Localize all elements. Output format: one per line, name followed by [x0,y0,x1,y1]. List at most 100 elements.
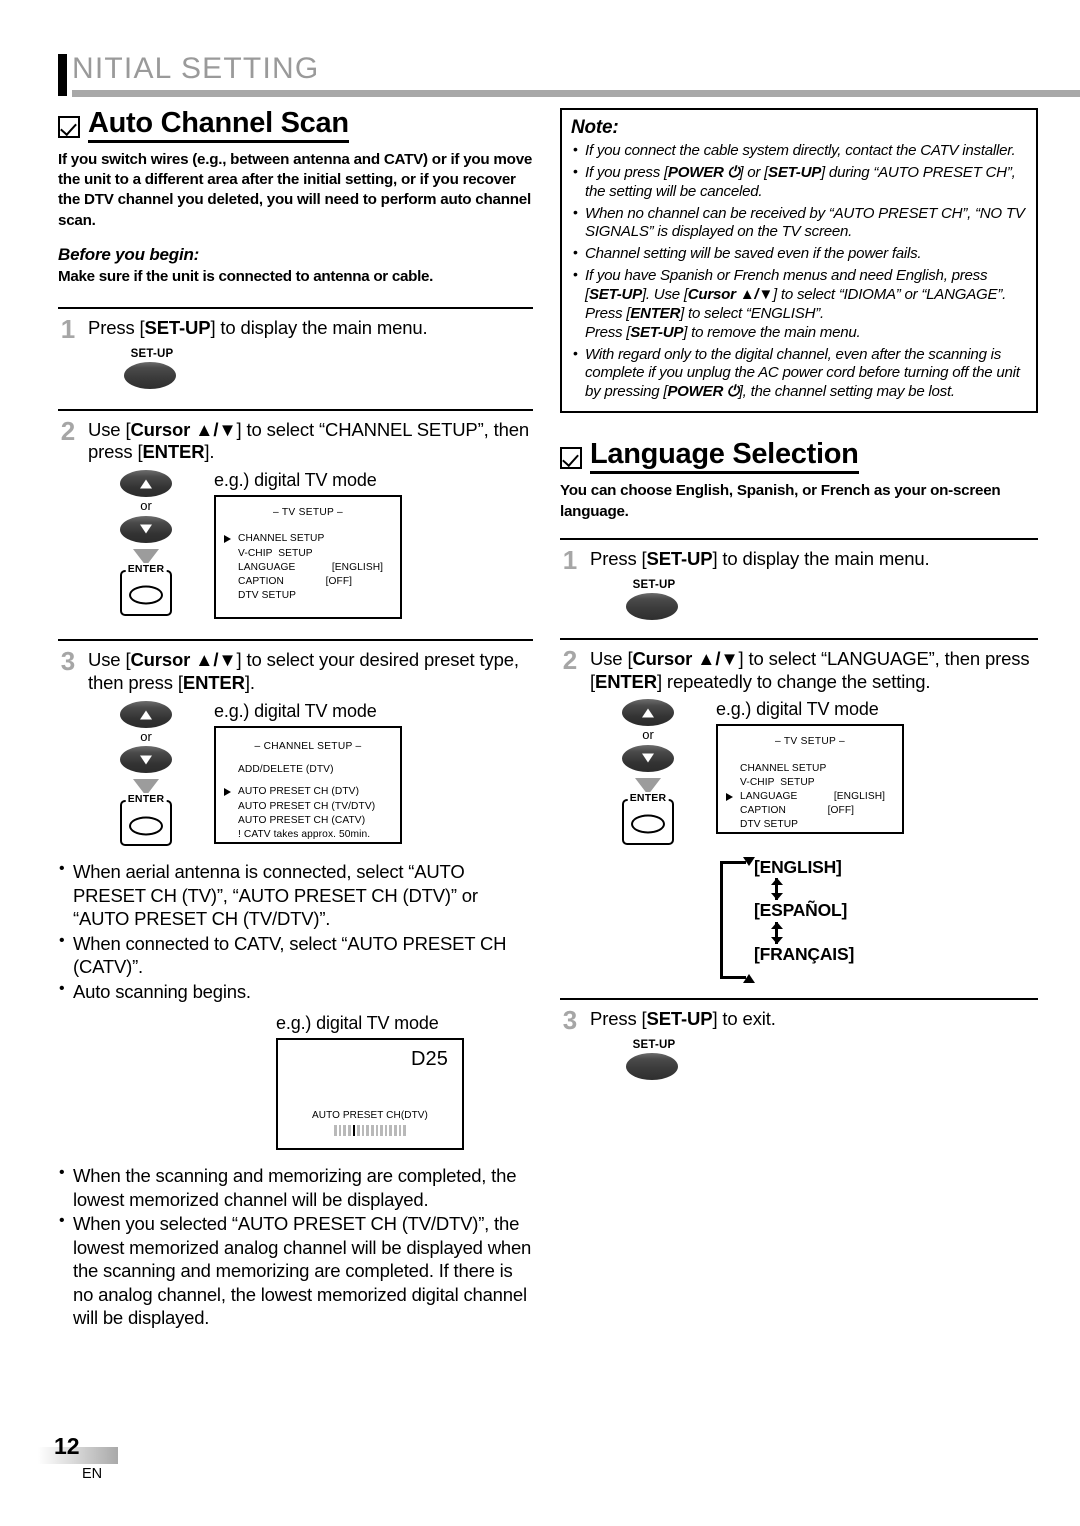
enter-button-label: ENTER [125,793,167,806]
language-option[interactable]: [FRANÇAIS] [754,945,854,964]
enter-button-icon[interactable]: ENTER [120,562,172,616]
cursor-up-icon[interactable] [622,699,674,727]
language-option[interactable]: [ENGLISH] [754,858,854,877]
tv-setup-screen: – TV SETUP – CHANNEL SETUP V-CHIP SETUP LA… [214,495,402,620]
step-instruction: Press [SET-UP] to display the main menu. [88,316,428,338]
enter-button-icon[interactable]: ENTER [120,793,172,847]
menu-row[interactable]: LANGUAGE [ENGLISH] [238,561,400,575]
setup-button-icon[interactable] [626,592,678,620]
step-number: 1 [60,313,76,344]
bullet-item: Auto scanning begins. [58,979,533,1003]
step-number: 3 [60,646,76,677]
channel-setup-screen: – CHANNEL SETUP – ADD/DELETE (DTV) AUTO … [214,726,402,845]
section-intro-text: You can choose English, Spanish, or Fren… [560,482,1001,520]
language-code: EN [82,1466,103,1482]
section-heading-auto-channel-scan: Auto Channel Scan [58,107,533,144]
bullet-item: When the scanning and memorizing are com… [58,1163,533,1211]
menu-row-label: LANGUAGE [238,561,296,573]
menu-row[interactable]: CAPTION [OFF] [740,804,902,818]
before-you-begin-text: Make sure if the unit is connected to an… [58,267,434,285]
menu-row-value: [OFF] [827,804,855,816]
cursor-control-group[interactable]: or ENTER [120,470,182,619]
left-column: Auto Channel Scan If you switch wires (e… [58,107,533,1331]
setup-button-group[interactable]: SET-UP [622,1039,712,1080]
cycle-frame [720,860,746,979]
checkbox-checked-icon [58,116,80,138]
enter-oval-shape [129,585,163,605]
bullet-item: When you selected “AUTO PRESET CH (TV/DT… [58,1211,533,1329]
screen-menu-list: CHANNEL SETUP V-CHIP SETUP LANGUAGE [ENGLIS… [718,762,902,832]
menu-row[interactable]: CHANNEL SETUP [740,762,902,776]
enter-button-label: ENTER [125,562,167,575]
menu-row[interactable]: ! CATV takes approx. 50min. [238,828,400,842]
cursor-down-icon[interactable] [120,746,172,774]
enter-button-icon[interactable]: ENTER [622,791,674,845]
cursor-down-icon[interactable] [120,515,172,543]
section-title: Auto Channel Scan [88,107,349,144]
menu-row[interactable]: AUTO PRESET CH (CATV) [238,814,400,828]
step-instruction: Press [SET-UP] to display the main menu. [590,547,930,569]
menu-row[interactable]: DTV SETUP [740,818,902,832]
cursor-control-group[interactable]: or ENTER [120,701,182,847]
cursor-down-icon[interactable] [622,744,674,772]
menu-row[interactable]: V-CHIP SETUP [238,547,400,561]
example-label: e.g.) digital TV mode [214,470,377,491]
setup-button-icon[interactable] [626,1052,678,1080]
header-rule [72,90,1080,97]
setup-button-group[interactable]: SET-UP [622,579,712,620]
enter-oval-shape [129,816,163,836]
menu-row-label: V-CHIP SETUP [740,776,815,788]
menu-row[interactable]: CHANNEL SETUP [224,532,400,546]
double-arrow-icon [770,878,784,901]
progress-tick [343,1125,347,1137]
step-number: 1 [562,544,578,575]
page-title: NITIAL SETTING [72,52,320,85]
scan-status-label: AUTO PRESET CH(DTV) [312,1109,428,1121]
cursor-control-group[interactable]: or ENTER [622,699,684,845]
menu-row-label: AUTO PRESET CH (CATV) [238,814,366,826]
progress-tick [361,1125,365,1137]
menu-row-label: CAPTION [238,575,284,587]
step-divider [560,997,1038,1000]
progress-tick [366,1125,369,1137]
menu-row[interactable]: LANGUAGE [ENGLISH] [726,790,902,804]
enter-button-label: ENTER [627,791,669,804]
progress-tick [338,1125,342,1137]
or-label: or [140,729,152,745]
setup-button-group[interactable]: SET-UP [120,348,210,389]
menu-row[interactable]: AUTO PRESET CH (DTV) [224,785,400,799]
cursor-up-icon[interactable] [120,470,172,498]
note-item: If you connect the cable system directly… [571,141,1026,161]
screen-first-row: ADD/DELETE (DTV) [238,764,334,776]
bullet-list-mid: When aerial antenna is connected, select… [58,859,533,1003]
menu-row-label: AUTO PRESET CH (DTV) [238,786,360,798]
menu-row[interactable]: DTV SETUP [238,589,400,603]
step-divider [58,408,533,411]
scan-progress-bar [278,1125,462,1137]
menu-row[interactable]: AUTO PRESET CH (TV/DTV) [238,800,400,814]
menu-row[interactable]: CAPTION [OFF] [238,575,400,589]
screen-menu-list: CHANNEL SETUP V-CHIP SETUP LANGUAGE [ENGLIS… [216,532,400,602]
selection-caret-icon [224,535,231,544]
auto-scan-screen: D25 AUTO PRESET CH(DTV) [276,1038,464,1151]
step-instruction: Press [SET-UP] to exit. [590,1007,776,1029]
note-item-list: If you connect the cable system directly… [571,141,1026,402]
example-label: e.g.) digital TV mode [716,699,879,720]
note-title: Note: [571,117,619,138]
language-option[interactable]: [ESPAÑOL] [754,902,854,920]
note-item: When no channel can be received by “AUTO… [571,204,1026,243]
step-1: 1 Press [SET-UP] to display the main men… [58,306,533,389]
menu-row-value: [OFF] [325,575,353,587]
footer-band: 12 [38,1433,118,1464]
language-cycle-diagram: [ENGLISH] [ESPAÑOL] [FRANÇAIS] [720,856,920,984]
selection-caret-icon [224,788,231,797]
setup-button-icon[interactable] [124,361,176,389]
setup-button-label: SET-UP [632,1038,676,1051]
checkbox-checked-icon [560,447,582,470]
scan-channel-number: D25 [411,1048,448,1071]
menu-row[interactable]: V-CHIP SETUP [740,776,902,790]
screen-title: – TV SETUP – [774,736,846,748]
lang-step-3: 3 Press [SET-UP] to exit. SET-UP [560,997,1038,1080]
step-number: 2 [562,644,578,675]
cursor-up-icon[interactable] [120,701,172,729]
